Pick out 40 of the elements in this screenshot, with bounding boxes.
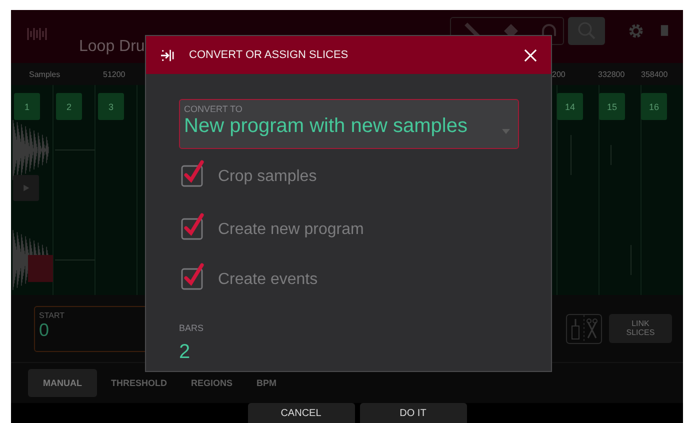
mode-tab[interactable]: MANUAL bbox=[28, 369, 97, 397]
slice-pad[interactable]: 15 bbox=[599, 93, 625, 120]
track-label: Samples bbox=[29, 70, 60, 78]
waveform-icon bbox=[26, 26, 50, 42]
mode-tab[interactable]: THRESHOLD bbox=[101, 369, 177, 397]
option-label: Create new program bbox=[218, 221, 364, 239]
ruler-tick: 332800 bbox=[598, 70, 625, 79]
slice-arrow-icon bbox=[160, 48, 175, 62]
mode-tab[interactable]: BPM bbox=[246, 369, 287, 397]
play-button[interactable] bbox=[13, 175, 39, 201]
ruler-tick: 51200 bbox=[103, 70, 126, 79]
footer-button[interactable]: DO IT bbox=[360, 403, 466, 423]
zoom-icon[interactable] bbox=[568, 16, 605, 44]
mode-tab[interactable]: REGIONS bbox=[181, 369, 243, 397]
sample-title: Loop Dru bbox=[79, 38, 145, 56]
caret-icon bbox=[502, 129, 510, 134]
checkbox[interactable] bbox=[181, 212, 205, 240]
slice-marker[interactable] bbox=[28, 255, 53, 282]
slice-pad[interactable]: 16 bbox=[641, 93, 667, 120]
footer-button[interactable]: CANCEL bbox=[248, 403, 354, 423]
convert-to-dropdown[interactable]: CONVERT TO New program with new samples bbox=[179, 99, 519, 149]
ruler-tick: 358400 bbox=[641, 70, 668, 79]
dialog-title: CONVERT OR ASSIGN SLICES bbox=[189, 49, 348, 61]
bars-label: BARS bbox=[179, 323, 205, 333]
slice-pad[interactable]: 2 bbox=[56, 93, 82, 120]
option-label: Crop samples bbox=[218, 168, 317, 186]
slice-pad[interactable]: 1 bbox=[14, 93, 40, 120]
link-slices-button[interactable]: LINK SLICES bbox=[609, 314, 672, 343]
bars-value[interactable]: 2 bbox=[179, 341, 519, 364]
checkbox[interactable] bbox=[181, 160, 205, 186]
slice-pad[interactable]: 14 bbox=[557, 93, 583, 120]
play-icon bbox=[22, 184, 30, 192]
ruler-tick: 200 bbox=[552, 70, 566, 79]
chip-icon[interactable] bbox=[660, 24, 669, 37]
settings-icon[interactable] bbox=[627, 22, 645, 40]
slice-pad[interactable]: 3 bbox=[98, 93, 124, 120]
glue-scissors-icon[interactable] bbox=[566, 314, 602, 344]
option-label: Create events bbox=[218, 271, 318, 289]
close-icon[interactable] bbox=[524, 48, 537, 62]
checkbox[interactable] bbox=[181, 262, 205, 290]
